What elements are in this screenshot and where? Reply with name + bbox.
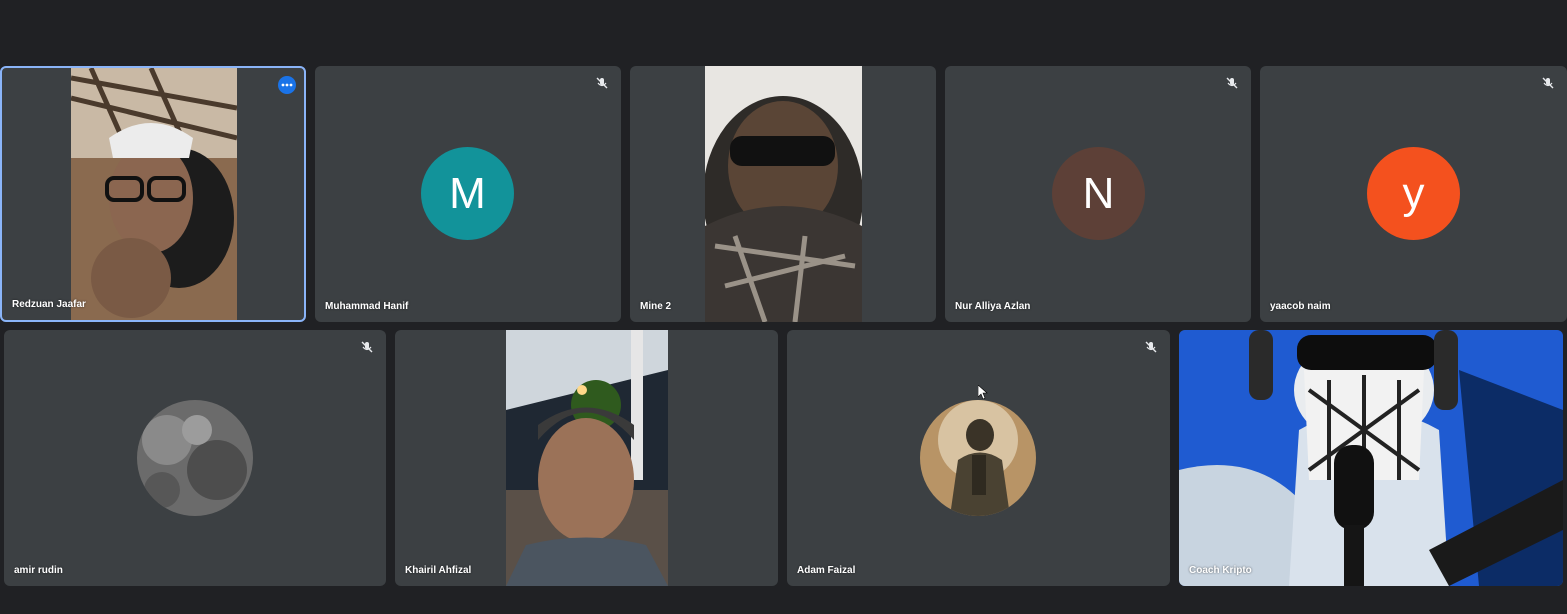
participant-video	[705, 66, 862, 322]
participant-tile-amir-rudin[interactable]: amir rudin	[4, 330, 386, 586]
participant-name: Redzuan Jaafar	[12, 299, 86, 310]
participant-name: yaacob naim	[1270, 301, 1331, 312]
participant-name: amir rudin	[14, 565, 63, 576]
participant-name: Coach Kripto	[1189, 565, 1252, 576]
mic-off-icon	[1542, 77, 1554, 89]
participant-tile-nur-alliya-azlan[interactable]: N Nur Alliya Azlan	[945, 66, 1251, 322]
participant-tile-khairil-ahfizal[interactable]: Khairil Ahfizal	[395, 330, 778, 586]
mic-off-icon	[1226, 77, 1238, 89]
avatar-photo	[920, 400, 1036, 516]
more-options-icon	[281, 83, 293, 87]
participant-video	[506, 330, 668, 586]
participant-name: Adam Faizal	[797, 565, 856, 576]
avatar-initial: N	[1052, 147, 1145, 240]
participant-video	[1179, 330, 1563, 586]
avatar-initial: y	[1367, 147, 1460, 240]
more-options-button[interactable]	[278, 76, 296, 94]
mic-off-icon	[1145, 341, 1157, 353]
participant-video	[71, 68, 237, 320]
participant-tile-coach-kripto[interactable]: Coach Kripto	[1179, 330, 1563, 586]
mic-off-icon	[361, 341, 373, 353]
participant-name: Nur Alliya Azlan	[955, 301, 1031, 312]
participant-tile-adam-faizal[interactable]: Adam Faizal	[787, 330, 1170, 586]
avatar-photo	[137, 400, 253, 516]
mouse-cursor	[978, 385, 988, 399]
participant-tile-muhammad-hanif[interactable]: M Muhammad Hanif	[315, 66, 621, 322]
participant-tile-mine-2[interactable]: Mine 2	[630, 66, 936, 322]
participant-name: Muhammad Hanif	[325, 301, 409, 312]
participant-tile-redzuan[interactable]: Redzuan Jaafar	[0, 66, 306, 322]
mic-off-icon	[596, 77, 608, 89]
participant-tile-yaacob-naim[interactable]: y yaacob naim	[1260, 66, 1567, 322]
participant-name: Mine 2	[640, 301, 672, 312]
participant-name: Khairil Ahfizal	[405, 565, 472, 576]
avatar-initial: M	[421, 147, 514, 240]
